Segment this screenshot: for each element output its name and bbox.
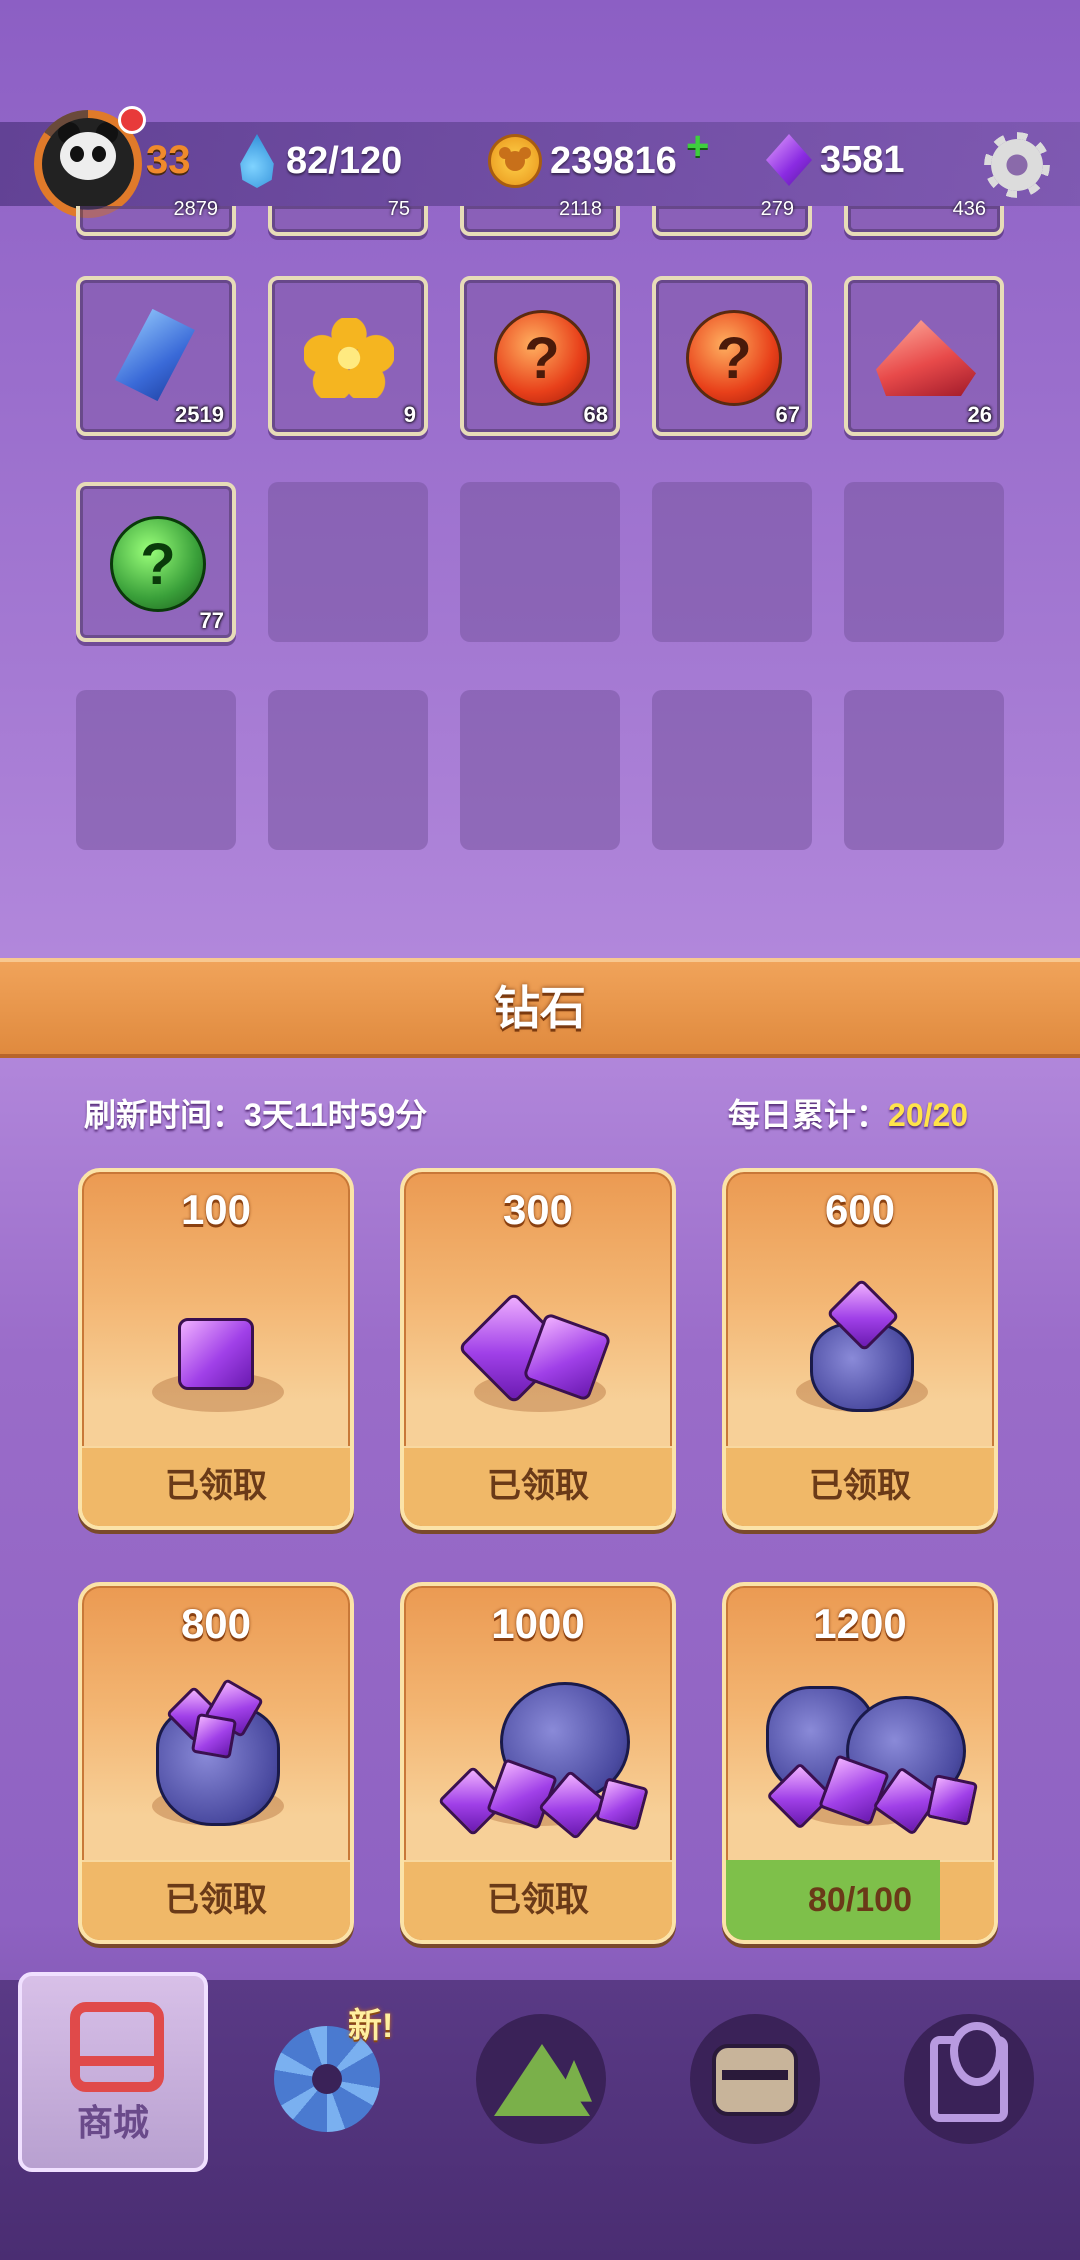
add-coins-button[interactable]: +	[686, 124, 709, 169]
diamond-pack-800[interactable]: 800 已领取	[78, 1582, 354, 1944]
refresh-timer: 刷新时间：3天11时59分	[84, 1097, 428, 1133]
settings-gear-icon[interactable]	[984, 132, 1050, 198]
inventory-slot-green-orb[interactable]: ? 77	[76, 482, 236, 642]
water-drop-icon	[240, 134, 274, 188]
player-level: 33	[146, 138, 191, 182]
inventory-slot-blue-crystal[interactable]: 2519	[76, 276, 236, 436]
inventory-slot[interactable]: 2879	[76, 198, 236, 236]
inventory-slot-red-orb[interactable]: ? 67	[652, 276, 812, 436]
red-mystery-orb-icon: ?	[686, 310, 782, 406]
map-pin-icon	[930, 2022, 1008, 2122]
energy-value: 82/120	[286, 139, 403, 182]
gems-value: 3581	[820, 138, 905, 181]
diamond-pack-1200[interactable]: 1200 80/100	[722, 1582, 998, 1944]
empty-inventory-slot	[652, 690, 812, 850]
chest-icon	[712, 2044, 798, 2116]
empty-inventory-slot	[268, 482, 428, 642]
nav-adventure-tab[interactable]	[476, 2014, 606, 2144]
empty-inventory-slot	[844, 482, 1004, 642]
inventory-slot[interactable]: 436	[844, 198, 1004, 236]
empty-inventory-slot	[268, 690, 428, 850]
red-mystery-orb-icon: ?	[494, 310, 590, 406]
empty-inventory-slot	[844, 690, 1004, 850]
daily-total: 每日累计：20/20	[728, 1097, 969, 1133]
empty-inventory-slot	[652, 482, 812, 642]
purple-gem-icon	[766, 134, 812, 186]
golden-flower-icon	[304, 318, 394, 398]
panda-avatar-image	[60, 132, 116, 180]
inventory-slot[interactable]: 279	[652, 198, 812, 236]
green-mystery-orb-icon: ?	[110, 516, 206, 612]
paw-coin-icon	[488, 134, 542, 188]
diamond-pack-100[interactable]: 100 已领取	[78, 1168, 354, 1530]
inventory-slot[interactable]: 75	[268, 198, 428, 236]
new-badge: 新!	[348, 2007, 394, 2045]
diamond-pack-600[interactable]: 600 已领取	[722, 1168, 998, 1530]
coins-display: 239816	[488, 134, 677, 188]
nav-shop-tab[interactable]: 商城	[18, 1972, 208, 2172]
empty-inventory-slot	[460, 690, 620, 850]
notification-dot	[118, 106, 146, 134]
single-gem-icon	[178, 1318, 254, 1390]
nav-backpack-tab[interactable]	[690, 2014, 820, 2144]
diamond-pack-1000[interactable]: 1000 已领取	[400, 1582, 676, 1944]
energy-display: 82/120	[236, 134, 402, 188]
inventory-slot[interactable]: 2118	[460, 198, 620, 236]
inventory-slot-red-gem[interactable]: 26	[844, 276, 1004, 436]
gems-display: 3581	[766, 134, 905, 186]
blue-crystal-icon	[113, 305, 198, 406]
red-gem-icon	[876, 320, 976, 396]
coins-value: 239816	[550, 139, 677, 182]
diamond-pack-300[interactable]: 300 已领取	[400, 1168, 676, 1530]
shop-icon	[70, 2002, 164, 2092]
inventory-slot-golden-flower[interactable]: 9	[268, 276, 428, 436]
inventory-slot-red-orb[interactable]: ? 68	[460, 276, 620, 436]
nav-map-tab[interactable]	[904, 2014, 1034, 2144]
section-title: 钻石	[494, 982, 586, 1034]
empty-inventory-slot	[76, 690, 236, 850]
empty-inventory-slot	[460, 482, 620, 642]
